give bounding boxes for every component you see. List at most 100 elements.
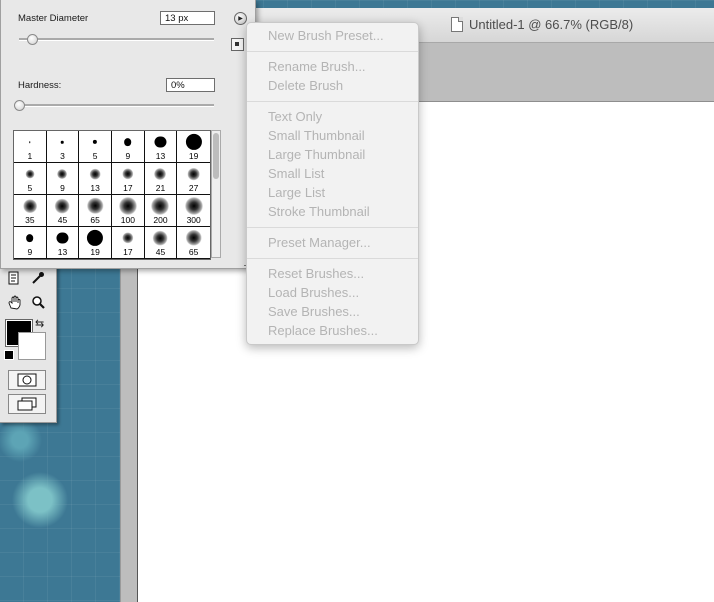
brush-tip-preview xyxy=(86,197,104,215)
document-title: Untitled-1 @ 66.7% (RGB/8) xyxy=(469,17,634,32)
brush-tip-preview xyxy=(118,197,137,215)
brush-preset-cell[interactable]: 19 xyxy=(177,131,210,163)
hardness-slider-track[interactable] xyxy=(19,104,214,107)
screen-mode-icon[interactable] xyxy=(8,394,46,414)
master-diameter-slider-thumb[interactable] xyxy=(27,34,38,45)
brush-size-label: 17 xyxy=(123,183,133,193)
eyedropper-tool-icon[interactable] xyxy=(28,268,48,288)
brush-preset-cell[interactable]: 27 xyxy=(177,163,210,195)
brush-size-label: 13 xyxy=(155,151,166,161)
default-colors-icon[interactable] xyxy=(4,350,14,360)
brush-preset-cell[interactable]: 200 xyxy=(144,195,178,227)
menu-separator xyxy=(247,51,418,52)
hand-tool-icon[interactable] xyxy=(4,292,24,312)
brush-tip-preview xyxy=(122,232,134,244)
brush-preset-cell[interactable]: 300 xyxy=(177,195,210,227)
brush-tip-preview xyxy=(26,234,34,242)
brush-preset-cell[interactable]: 17 xyxy=(112,163,145,195)
hardness-slider-thumb[interactable] xyxy=(14,100,25,111)
master-diameter-slider-track[interactable] xyxy=(19,38,214,41)
brush-grid-scroll-thumb[interactable] xyxy=(213,133,219,179)
brush-tip-preview xyxy=(184,197,203,215)
quick-mask-icon[interactable] xyxy=(8,370,46,390)
menu-item-delete-brush[interactable]: Delete Brush xyxy=(268,78,343,93)
brush-preset-cell[interactable]: 100 xyxy=(112,195,145,227)
brush-tip-preview xyxy=(87,229,104,247)
menu-item-stroke-thumbnail[interactable]: Stroke Thumbnail xyxy=(268,204,370,219)
brush-size-label: 5 xyxy=(27,183,33,193)
brush-size-label: 45 xyxy=(57,215,68,225)
brush-preset-cell[interactable]: 19 xyxy=(79,227,112,259)
master-diameter-label: Master Diameter xyxy=(18,13,89,24)
brush-panel-menu: New Brush Preset... Rename Brush... Delete… xyxy=(246,22,419,345)
swap-colors-icon[interactable]: ⇆ xyxy=(35,317,44,330)
brush-preset-cell[interactable]: 17 xyxy=(112,227,145,259)
brush-tip-preview xyxy=(122,168,134,180)
save-brush-icon[interactable] xyxy=(231,38,244,51)
brush-size-label: 27 xyxy=(188,183,199,193)
brush-tip-preview xyxy=(61,140,64,144)
background-color-swatch[interactable] xyxy=(18,332,46,360)
brush-preset-cell[interactable]: 45 xyxy=(46,195,80,227)
master-diameter-field[interactable]: 13 px xyxy=(160,11,215,25)
brush-size-label: 100 xyxy=(120,215,135,225)
zoom-tool-icon[interactable] xyxy=(28,292,48,312)
brush-tip-preview xyxy=(185,229,202,247)
menu-separator xyxy=(247,101,418,102)
brush-preset-cell[interactable]: 13 xyxy=(144,131,178,163)
menu-item-text-only[interactable]: Text Only xyxy=(268,109,322,124)
brush-size-label: 9 xyxy=(27,247,33,257)
menu-item-replace-brushes[interactable]: Replace Brushes... xyxy=(268,323,378,338)
brush-preset-cell[interactable]: 5 xyxy=(79,131,112,163)
brush-preset-cell[interactable]: 21 xyxy=(144,163,178,195)
brush-tip-preview xyxy=(151,197,170,215)
menu-item-small-thumbnail[interactable]: Small Thumbnail xyxy=(268,128,365,143)
menu-item-preset-manager[interactable]: Preset Manager... xyxy=(268,235,371,250)
panel-menu-arrow-icon[interactable]: ▶ xyxy=(234,12,247,25)
brush-size-label: 65 xyxy=(90,215,100,225)
menu-item-large-list[interactable]: Large List xyxy=(268,185,325,200)
brush-tip-preview xyxy=(22,199,37,213)
brush-tip-preview xyxy=(185,133,202,151)
menu-item-reset-brushes[interactable]: Reset Brushes... xyxy=(268,266,364,281)
brush-tip-preview xyxy=(154,168,167,180)
brush-size-label: 13 xyxy=(57,247,68,257)
hardness-label: Hardness: xyxy=(18,80,62,91)
brush-size-label: 200 xyxy=(153,215,168,225)
menu-item-load-brushes[interactable]: Load Brushes... xyxy=(268,285,359,300)
brush-preset-cell[interactable]: 1 xyxy=(14,131,47,163)
brush-preset-cell[interactable]: 13 xyxy=(79,163,112,195)
brush-preset-cell[interactable]: 35 xyxy=(14,195,47,227)
brush-preset-cell[interactable]: 13 xyxy=(46,227,80,259)
brush-tip-preview xyxy=(187,167,201,181)
brush-preset-cell[interactable]: 9 xyxy=(14,227,47,259)
brush-tip-preview xyxy=(124,138,132,146)
brush-preset-cell[interactable]: 5 xyxy=(14,163,47,195)
notes-tool-icon[interactable] xyxy=(4,268,24,288)
menu-item-new-brush-preset[interactable]: New Brush Preset... xyxy=(268,28,384,43)
brush-size-label: 13 xyxy=(90,183,100,193)
brush-picker-panel: Master Diameter 13 px ▶ Hardness: 0% 135… xyxy=(0,0,256,269)
menu-item-save-brushes[interactable]: Save Brushes... xyxy=(268,304,360,319)
brush-preset-cell[interactable]: 45 xyxy=(144,227,178,259)
brush-size-label: 3 xyxy=(60,151,65,161)
tools-palette: ⇆ xyxy=(0,262,57,423)
brush-tip-preview xyxy=(29,141,31,143)
brush-size-label: 300 xyxy=(186,215,201,225)
hardness-field[interactable]: 0% xyxy=(166,78,215,92)
brush-size-label: 45 xyxy=(155,247,166,257)
brush-preset-cell[interactable]: 65 xyxy=(177,227,210,259)
brush-preset-cell[interactable]: 9 xyxy=(112,131,145,163)
brush-tip-preview xyxy=(25,169,35,179)
brush-size-label: 19 xyxy=(188,151,199,161)
menu-item-rename-brush[interactable]: Rename Brush... xyxy=(268,59,366,74)
brush-preset-cell[interactable]: 9 xyxy=(46,163,80,195)
brush-size-label: 35 xyxy=(25,215,35,225)
brush-grid-scrollbar[interactable] xyxy=(211,130,221,258)
brush-preset-cell[interactable]: 3 xyxy=(46,131,80,163)
menu-item-small-list[interactable]: Small List xyxy=(268,166,324,181)
menu-separator xyxy=(247,258,418,259)
brush-preset-cell[interactable]: 65 xyxy=(79,195,112,227)
brush-size-label: 65 xyxy=(188,247,199,257)
menu-item-large-thumbnail[interactable]: Large Thumbnail xyxy=(268,147,365,162)
